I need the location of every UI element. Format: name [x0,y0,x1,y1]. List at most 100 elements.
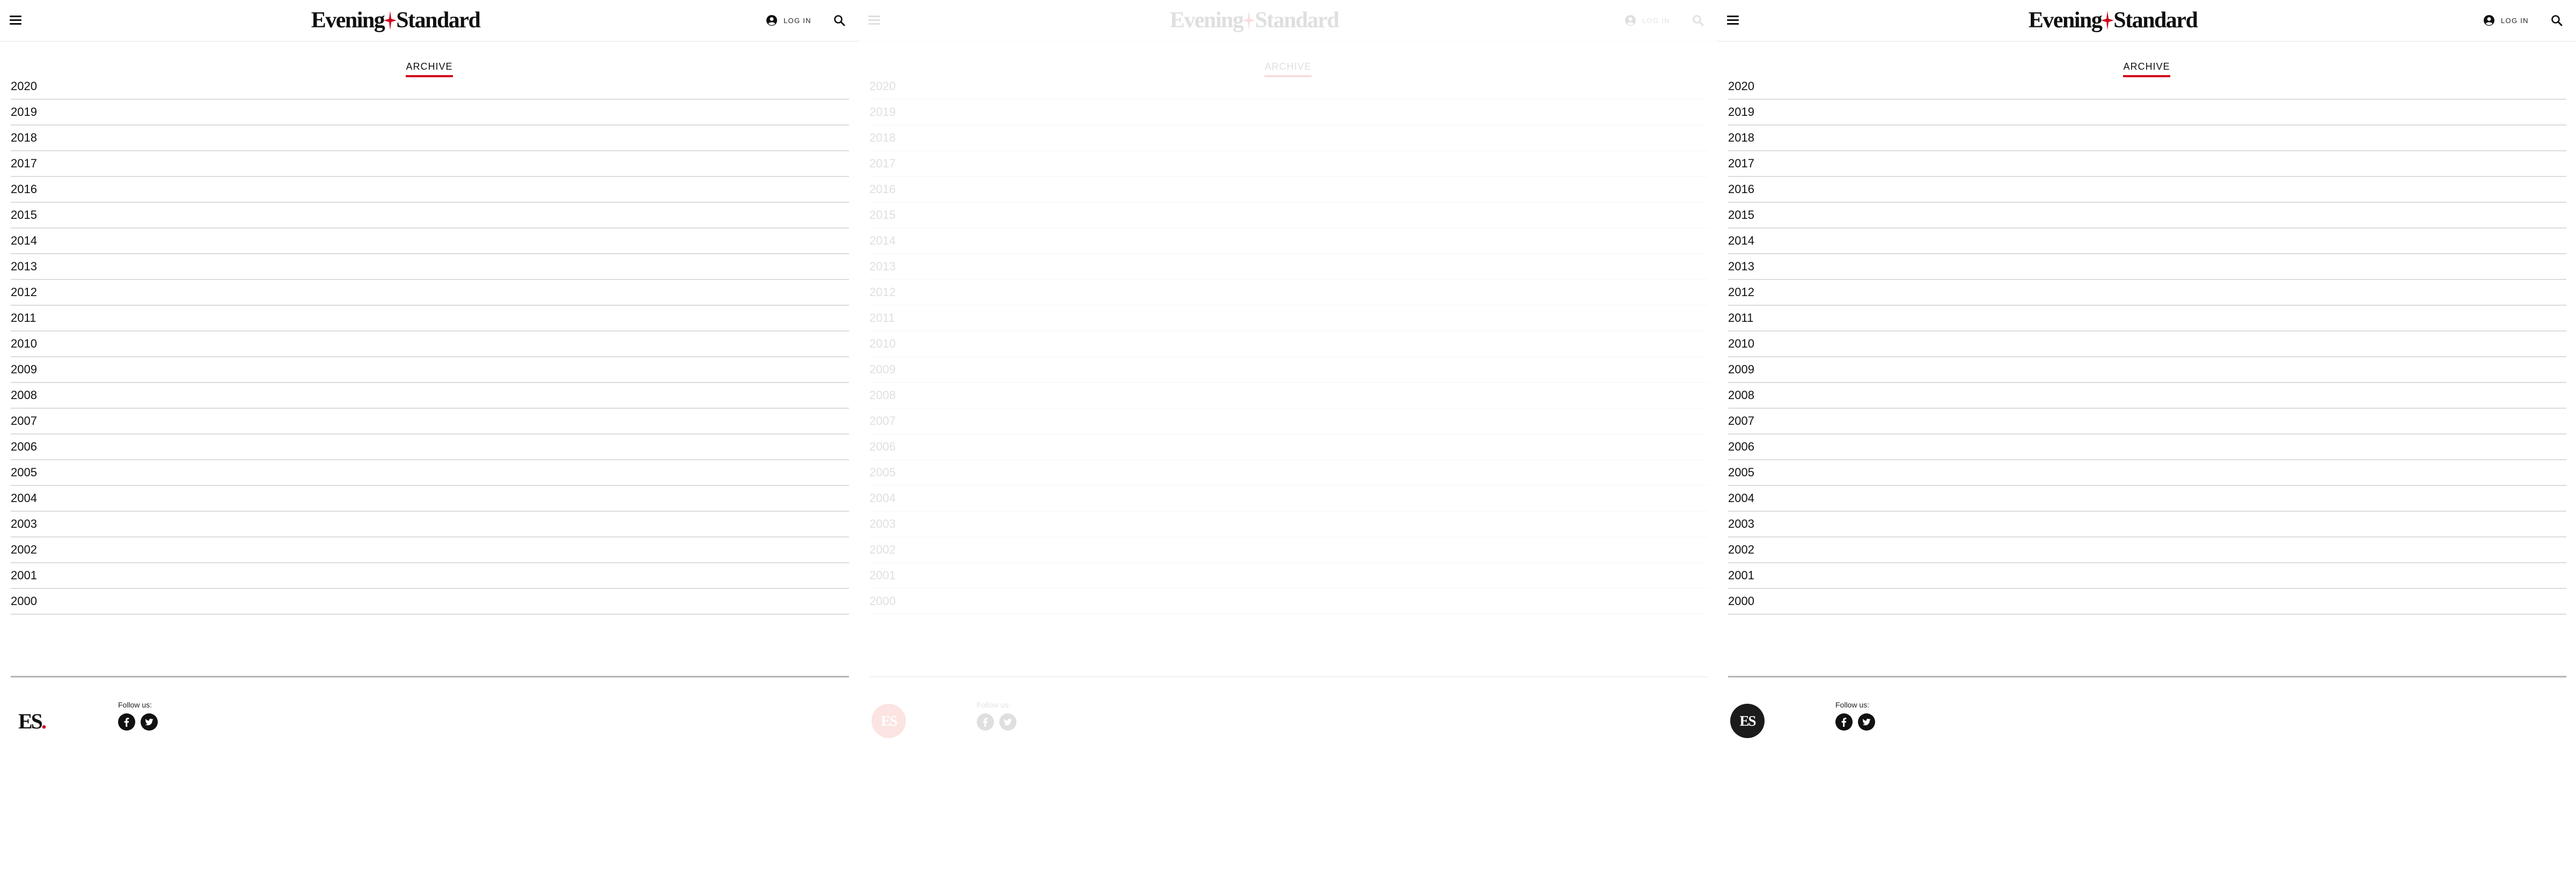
year-link-2017[interactable]: 2017 [1728,151,2566,177]
year-link-2005[interactable]: 2005 [869,460,1708,486]
site-logo[interactable]: Evening Standard [1166,6,1343,34]
footer-es-logo[interactable]: ES. [18,707,56,735]
year-link-2008[interactable]: 2008 [869,383,1708,409]
page-panel-2: Evening Standard LOG IN ARCHIVE 2020 201… [859,0,1717,877]
year-link-2018[interactable]: 2018 [11,126,849,151]
year-link-2001[interactable]: 2001 [11,563,849,589]
site-header: Evening Standard LOG IN [1717,0,2576,42]
year-link-2018[interactable]: 2018 [1728,126,2566,151]
year-link-2012[interactable]: 2012 [1728,280,2566,306]
site-logo[interactable]: Evening Standard [2024,6,2201,34]
year-link-2000[interactable]: 2000 [11,589,849,615]
year-link-2017[interactable]: 2017 [869,151,1708,177]
year-link-2011[interactable]: 2011 [11,306,849,331]
year-link-2006[interactable]: 2006 [869,434,1708,460]
year-link-2019[interactable]: 2019 [11,100,849,126]
footer-divider [11,676,849,677]
year-link-2013[interactable]: 2013 [1728,254,2566,280]
login-label: LOG IN [1642,16,1670,25]
page-panel-1: Evening Standard LOG IN ARCHIVE 2020 201… [0,0,859,877]
search-icon[interactable] [2550,14,2563,27]
year-link-2019[interactable]: 2019 [1728,100,2566,126]
search-icon[interactable] [1692,14,1704,27]
search-icon[interactable] [833,14,846,27]
year-link-2005[interactable]: 2005 [1728,460,2566,486]
facebook-icon[interactable] [977,713,994,731]
year-link-2004[interactable]: 2004 [1728,486,2566,512]
year-link-2015[interactable]: 2015 [1728,203,2566,229]
facebook-icon[interactable] [1835,713,1853,731]
twitter-icon[interactable] [141,713,158,731]
year-link-2015[interactable]: 2015 [869,203,1708,229]
year-link-2016[interactable]: 2016 [11,177,849,203]
year-link-2006[interactable]: 2006 [11,434,849,460]
year-link-2001[interactable]: 2001 [1728,563,2566,589]
twitter-icon[interactable] [1858,713,1875,731]
year-link-2007[interactable]: 2007 [869,409,1708,434]
year-link-2010[interactable]: 2010 [869,331,1708,357]
year-link-2016[interactable]: 2016 [1728,177,2566,203]
year-link-2005[interactable]: 2005 [11,460,849,486]
year-link-2010[interactable]: 2010 [1728,331,2566,357]
year-link-2011[interactable]: 2011 [869,306,1708,331]
year-link-2009[interactable]: 2009 [869,357,1708,383]
year-link-2006[interactable]: 2006 [1728,434,2566,460]
year-link-2003[interactable]: 2003 [1728,512,2566,537]
login-button[interactable]: LOG IN [1625,13,1670,27]
login-button[interactable]: LOG IN [2484,13,2529,27]
year-link-2003[interactable]: 2003 [869,512,1708,537]
footer-es-badge[interactable]: ES [1730,704,1765,738]
follow-us-label: Follow us: [118,701,152,709]
year-link-2014[interactable]: 2014 [11,229,849,254]
logo-text-right: Standard [1255,8,1340,33]
year-link-2019[interactable]: 2019 [869,100,1708,126]
twitter-icon[interactable] [999,713,1016,731]
year-link-2002[interactable]: 2002 [11,537,849,563]
year-link-2020[interactable]: 2020 [11,74,849,100]
year-link-2000[interactable]: 2000 [869,589,1708,615]
year-link-2012[interactable]: 2012 [869,280,1708,306]
year-link-2004[interactable]: 2004 [869,486,1708,512]
year-link-2017[interactable]: 2017 [11,151,849,177]
year-link-2008[interactable]: 2008 [1728,383,2566,409]
year-link-2011[interactable]: 2011 [1728,306,2566,331]
year-link-2007[interactable]: 2007 [1728,409,2566,434]
year-link-2018[interactable]: 2018 [869,126,1708,151]
facebook-icon[interactable] [118,713,135,731]
year-link-2012[interactable]: 2012 [11,280,849,306]
footer-divider [869,676,1708,677]
social-links [977,713,1016,731]
site-logo[interactable]: Evening Standard [307,6,484,34]
year-link-2014[interactable]: 2014 [869,229,1708,254]
year-link-2009[interactable]: 2009 [11,357,849,383]
year-link-2016[interactable]: 2016 [869,177,1708,203]
year-link-2007[interactable]: 2007 [11,409,849,434]
year-link-2015[interactable]: 2015 [11,203,849,229]
year-link-2020[interactable]: 2020 [869,74,1708,100]
hamburger-menu-icon[interactable] [868,16,880,25]
es-mark: ES [1739,712,1756,729]
year-link-2020[interactable]: 2020 [1728,74,2566,100]
year-link-2014[interactable]: 2014 [1728,229,2566,254]
login-button[interactable]: LOG IN [766,13,811,27]
year-link-2010[interactable]: 2010 [11,331,849,357]
site-header: Evening Standard LOG IN [0,0,859,42]
year-link-2000[interactable]: 2000 [1728,589,2566,615]
year-link-2004[interactable]: 2004 [11,486,849,512]
year-link-2008[interactable]: 2008 [11,383,849,409]
screenshot-row: Evening Standard LOG IN ARCHIVE 2020 201… [0,0,2576,877]
year-link-2013[interactable]: 2013 [11,254,849,280]
hamburger-menu-icon[interactable] [1727,16,1739,25]
year-link-2001[interactable]: 2001 [869,563,1708,589]
year-link-2003[interactable]: 2003 [11,512,849,537]
es-star-spark-icon [384,11,397,30]
hamburger-menu-icon[interactable] [10,16,21,25]
archive-year-list: 2020 2019 2018 2017 2016 2015 2014 2013 … [1728,74,2566,615]
year-link-2002[interactable]: 2002 [1728,537,2566,563]
follow-us: Follow us: [118,701,158,731]
follow-us-label: Follow us: [1835,701,1870,709]
footer-es-badge[interactable]: ES [872,704,906,738]
year-link-2009[interactable]: 2009 [1728,357,2566,383]
year-link-2013[interactable]: 2013 [869,254,1708,280]
year-link-2002[interactable]: 2002 [869,537,1708,563]
